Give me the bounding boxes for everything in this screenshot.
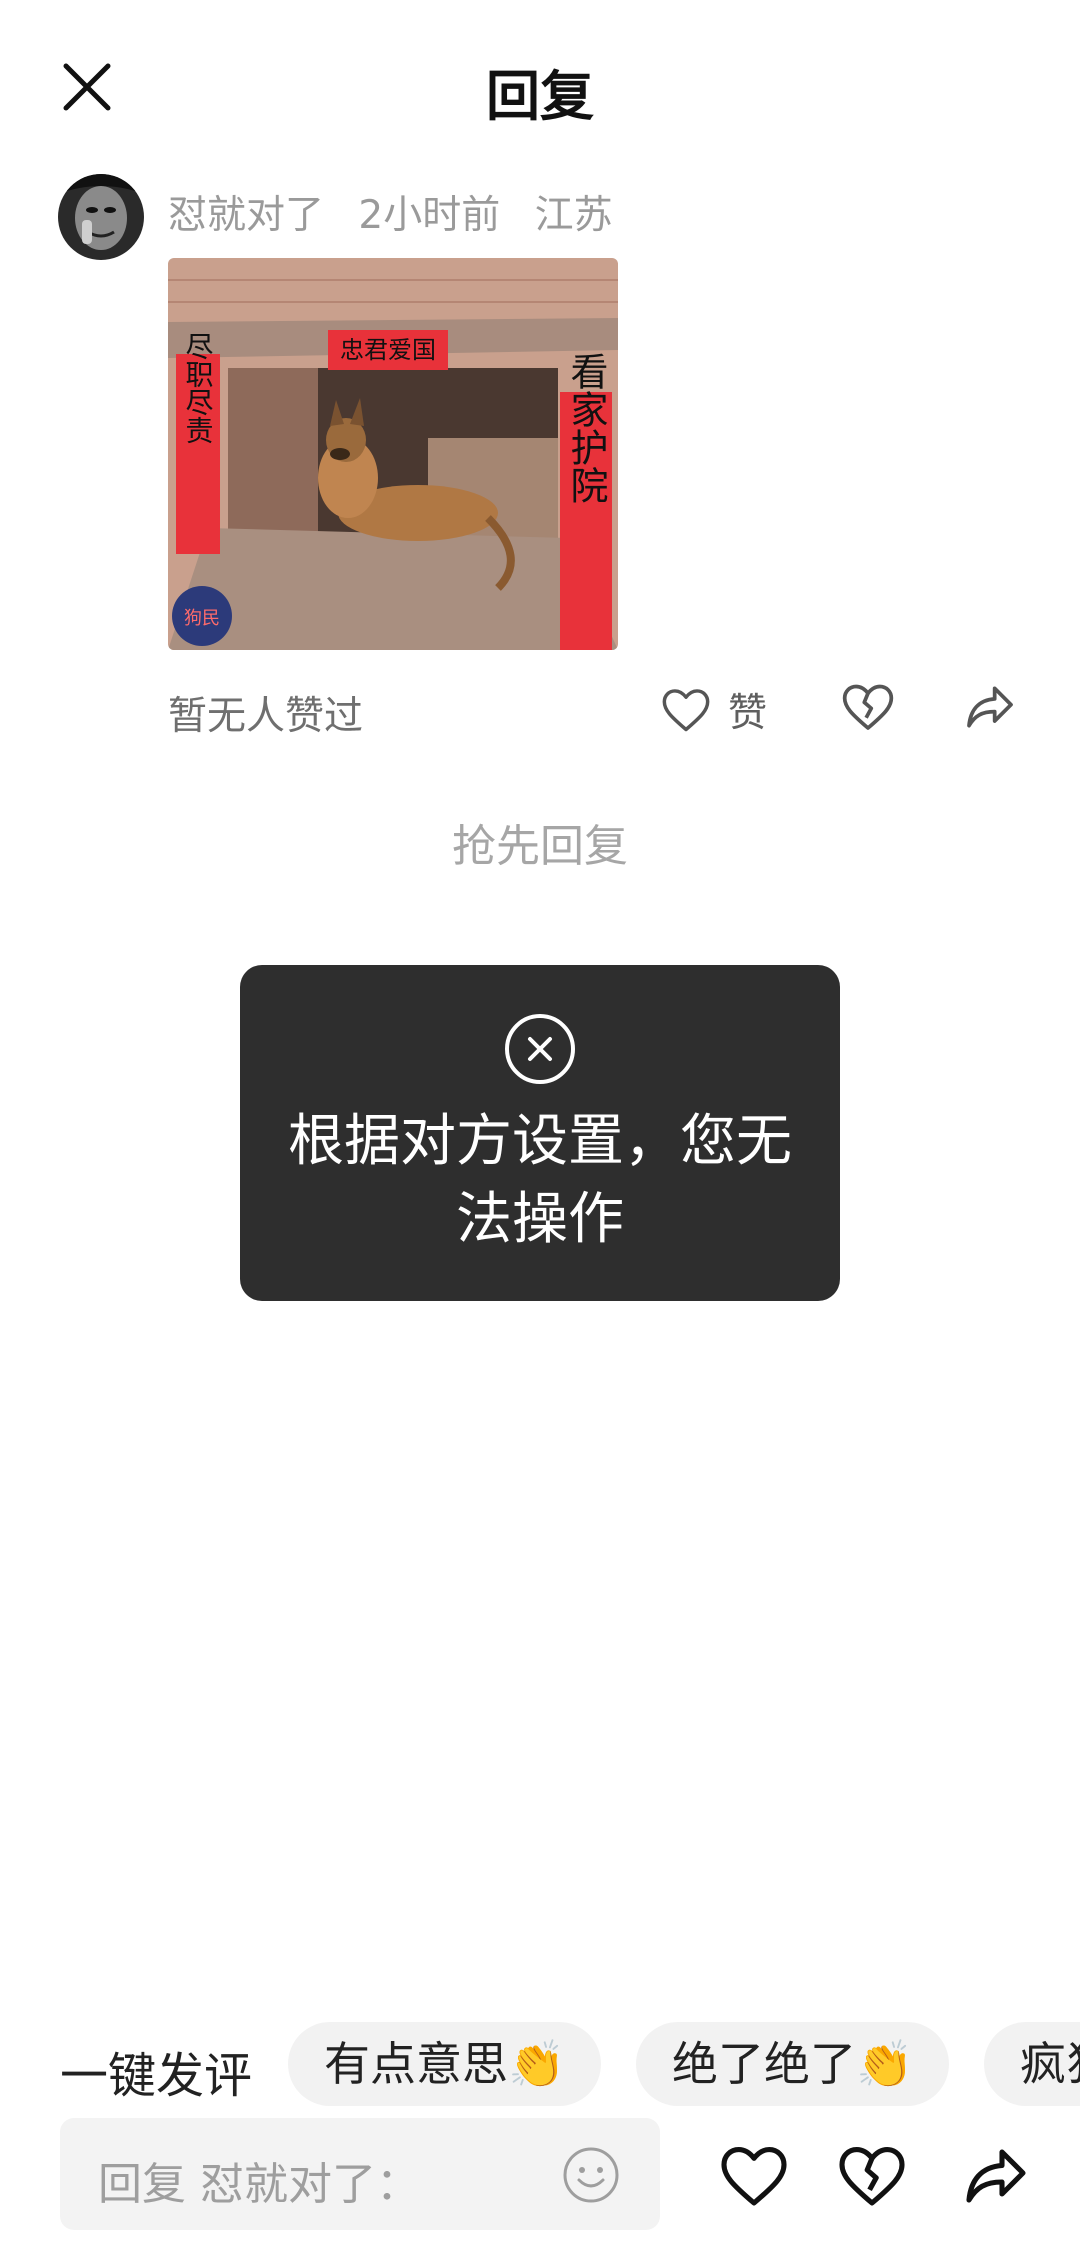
close-circle-icon (505, 1014, 575, 1084)
reply-page: 回复 怼就对了 2小时前 江苏 忠君爱国 尽职尽责 看家护院 狗民 暂无人赞过 … (0, 0, 1080, 2268)
location: 江苏 (534, 193, 613, 238)
header: 回复 (0, 0, 1080, 170)
share-button[interactable] (962, 679, 1022, 739)
broken-heart-icon (842, 684, 894, 730)
dog-kennel-image: 忠君爱国 尽职尽责 看家护院 狗民 (168, 258, 618, 650)
dislike-button[interactable] (840, 679, 900, 739)
bottom-bar: 回复 怼就对了： (0, 2118, 1080, 2230)
reply-input[interactable]: 回复 怼就对了： (60, 2118, 660, 2230)
avatar[interactable] (58, 174, 144, 260)
like-button[interactable]: 赞 (660, 675, 767, 745)
emoji-icon[interactable] (562, 2146, 620, 2204)
comment-actions: 暂无人赞过 赞 (0, 675, 1080, 745)
page-title: 回复 (486, 65, 594, 128)
error-toast: 根据对方设置，您无法操作 (240, 965, 840, 1301)
first-reply-prompt[interactable]: 抢先回复 (0, 810, 1080, 874)
quick-comment-bar: 一键发评 有点意思👏 绝了绝了👏 疯狂 (0, 2018, 1080, 2108)
sign-top: 忠君爱国 (340, 336, 436, 364)
comment-meta: 怼就对了 2小时前 江苏 (168, 184, 635, 240)
broken-heart-icon[interactable] (836, 2140, 908, 2212)
stamp-text: 狗民 (184, 608, 220, 629)
share-icon[interactable] (960, 2140, 1032, 2212)
timestamp: 2小时前 (358, 193, 501, 238)
heart-icon[interactable] (718, 2140, 790, 2212)
quick-comment-label: 一键发评 (60, 2048, 253, 2104)
avatar-image (58, 174, 144, 260)
likes-summary: 暂无人赞过 (168, 694, 364, 739)
sign-left: 尽职尽责 (182, 332, 215, 444)
username[interactable]: 怼就对了 (168, 193, 324, 238)
quick-chip[interactable]: 疯狂 (984, 2022, 1080, 2106)
comment-image[interactable]: 忠君爱国 尽职尽责 看家护院 狗民 (168, 258, 618, 650)
like-label: 赞 (728, 691, 768, 736)
sign-right: 看家护院 (564, 352, 608, 504)
heart-icon (662, 689, 710, 732)
quick-chip[interactable]: 有点意思👏 (288, 2022, 602, 2106)
reply-placeholder: 回复 怼就对了： (98, 2159, 420, 2210)
share-icon (967, 686, 1013, 728)
toast-message: 根据对方设置，您无法操作 (288, 1109, 792, 1252)
quick-chip[interactable]: 绝了绝了👏 (636, 2022, 950, 2106)
